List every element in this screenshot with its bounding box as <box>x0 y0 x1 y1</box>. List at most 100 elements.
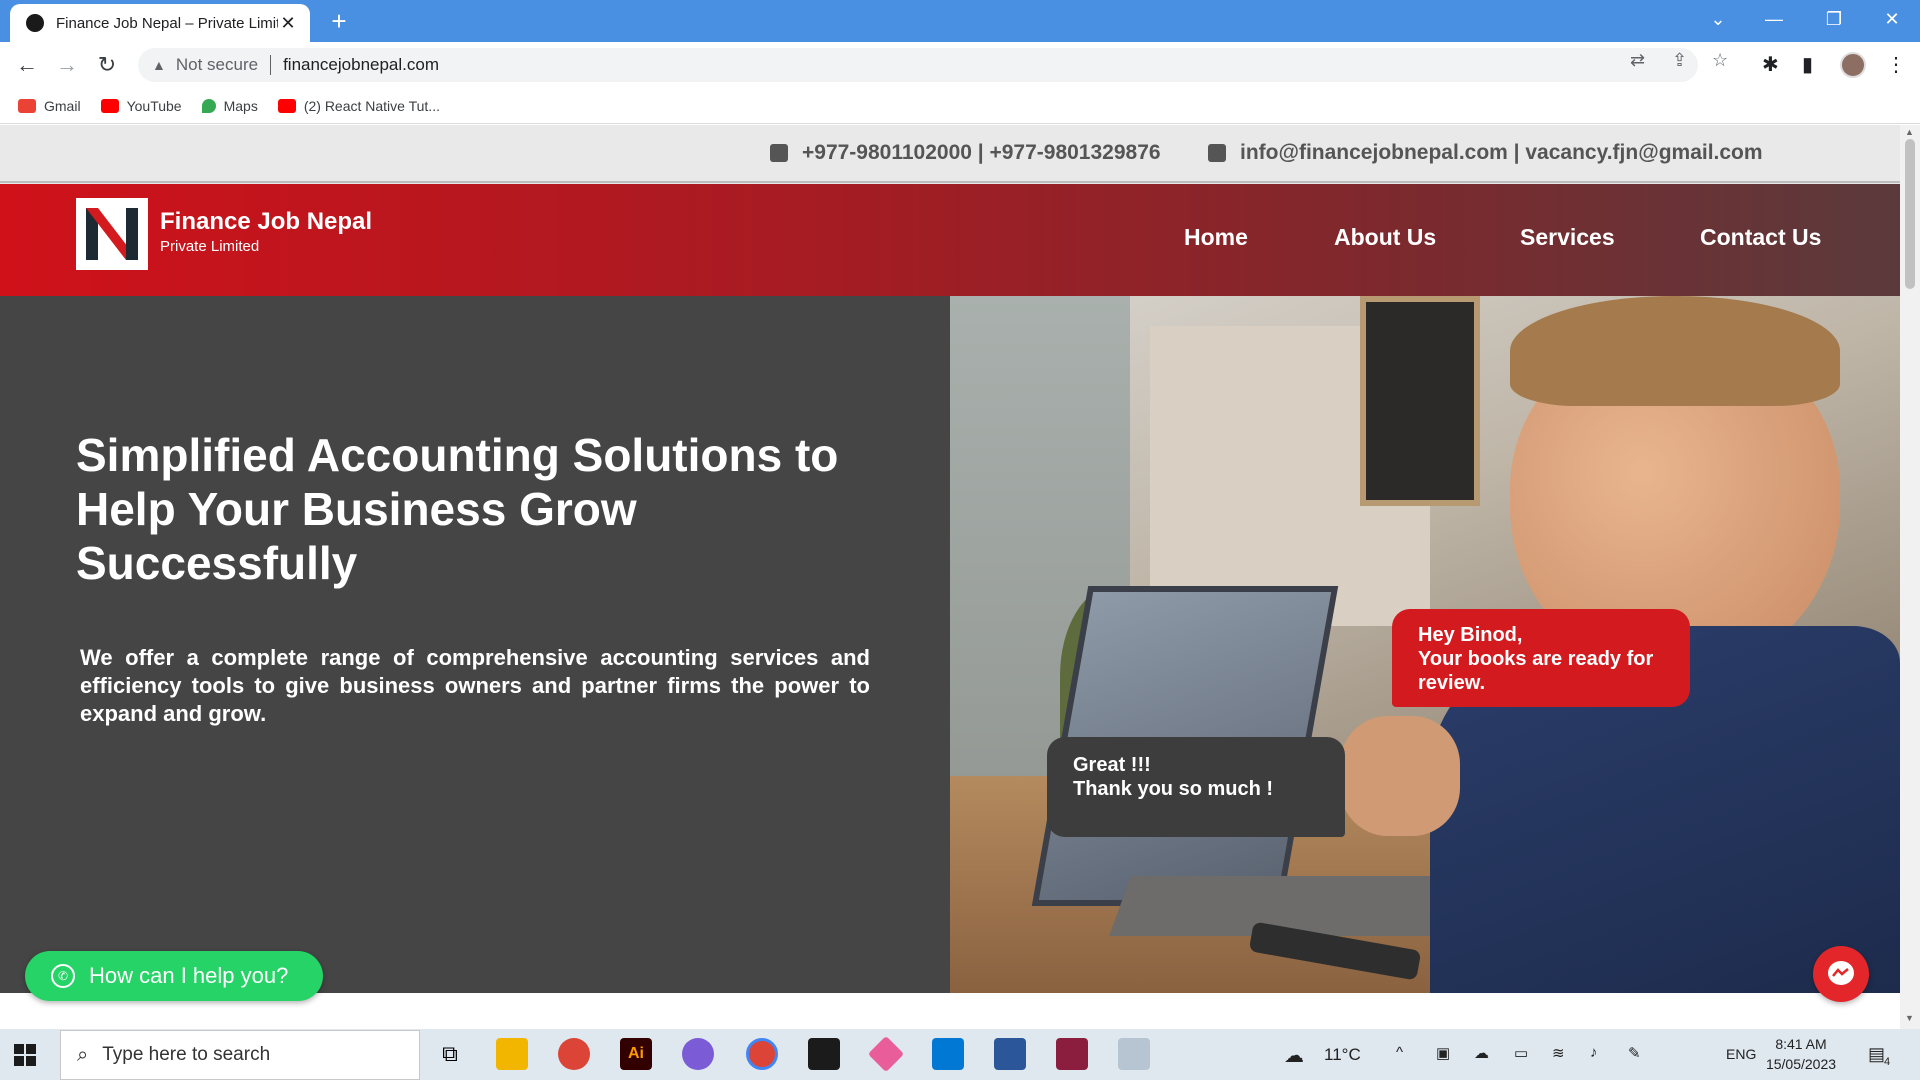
winrar-icon[interactable] <box>1056 1038 1088 1070</box>
browser-titlebar: Finance Job Nepal – Private Limit ✕ + ⌄ … <box>0 0 1920 42</box>
bookmark-label: Maps <box>223 97 258 114</box>
taskbar-search[interactable]: ⌕ Type here to search <box>60 1030 420 1080</box>
warning-icon[interactable]: ▲ <box>152 57 166 73</box>
task-view-icon[interactable]: ⧉ <box>434 1038 466 1070</box>
bookmark-star-icon[interactable]: ☆ <box>1712 50 1728 71</box>
language-indicator[interactable]: ENG <box>1726 1046 1756 1062</box>
site-header: Finance Job Nepal Private Limited Home A… <box>0 184 1900 296</box>
brand[interactable]: Finance Job Nepal Private Limited <box>160 208 372 255</box>
notification-count: 4 <box>1884 1056 1891 1068</box>
photo-man-hair <box>1510 296 1840 406</box>
extensions-icon[interactable]: ✱ <box>1762 52 1779 77</box>
battery-icon[interactable]: ▭ <box>1514 1044 1528 1062</box>
share-icon[interactable]: ⇪ <box>1672 50 1687 71</box>
search-placeholder: Type here to search <box>102 1044 271 1065</box>
volume-icon[interactable]: ♪ <box>1590 1044 1598 1061</box>
youtube-icon <box>100 98 119 113</box>
site-logo[interactable] <box>76 198 148 270</box>
youtube-icon <box>277 98 296 113</box>
back-arrow-icon[interactable]: ← <box>12 50 42 80</box>
tab-search-icon[interactable]: ⌄ <box>1690 0 1746 38</box>
vscode-icon[interactable] <box>932 1038 964 1070</box>
chat-line: Great !!! <box>1073 754 1151 776</box>
email-contact: info@financejobnepal.com | vacancy.fjn@g… <box>1208 141 1763 165</box>
windows-start-icon[interactable] <box>14 1044 36 1066</box>
new-tab-button[interactable]: + <box>324 6 354 36</box>
photo-chalkboard <box>1360 296 1480 506</box>
reload-icon[interactable]: ↻ <box>92 50 122 80</box>
bookmark-react-native[interactable]: (2) React Native Tut... <box>277 98 440 114</box>
minimize-button[interactable]: — <box>1746 0 1802 38</box>
nav-contact-us[interactable]: Contact Us <box>1700 224 1821 251</box>
messenger-chat-button[interactable] <box>1813 946 1869 1002</box>
omnibox-divider <box>270 55 272 75</box>
mail-icon <box>1208 144 1226 162</box>
menu-dots-icon[interactable]: ⋮ <box>1886 52 1906 77</box>
notification-icon[interactable]: ▤ <box>1868 1044 1885 1065</box>
restore-button[interactable]: ❐ <box>1806 0 1862 38</box>
hero-subtitle: We offer a complete range of comprehensi… <box>80 645 870 726</box>
url-text[interactable]: financejobnepal.com <box>283 55 439 75</box>
forward-arrow-icon[interactable]: → <box>52 50 82 80</box>
weather-cloud-icon[interactable]: ☁ <box>1284 1043 1304 1068</box>
photos-icon[interactable] <box>1118 1038 1150 1070</box>
bookmark-label: Gmail <box>44 97 81 114</box>
scroll-down-arrow-icon[interactable]: ▼ <box>1905 1013 1914 1023</box>
gmail-icon <box>18 98 36 113</box>
brand-subtitle: Private Limited <box>160 238 260 255</box>
bookmark-maps[interactable]: Maps <box>201 97 258 114</box>
whatsapp-chat-button[interactable]: ✆ How can I help you? <box>25 951 323 1001</box>
taskbar-clock[interactable]: 8:41 AM 15/05/2023 <box>1763 1034 1839 1074</box>
maps-pin-icon <box>201 98 216 113</box>
scroll-up-arrow-icon[interactable]: ▲ <box>1905 127 1914 137</box>
chat-line: Thank you so much ! <box>1073 778 1274 800</box>
messenger-icon <box>1828 961 1854 985</box>
profile-avatar[interactable] <box>1840 52 1866 78</box>
site-favicon-icon <box>26 14 44 32</box>
terminal-icon[interactable] <box>808 1038 840 1070</box>
chrome-icon[interactable] <box>558 1038 590 1070</box>
weather-temperature[interactable]: 11°C <box>1324 1045 1361 1065</box>
tab-close-button[interactable]: ✕ <box>278 13 298 34</box>
app-icon[interactable] <box>682 1038 714 1070</box>
tray-chevron-icon[interactable]: ^ <box>1396 1044 1403 1061</box>
bookmark-label: YouTube <box>126 97 182 114</box>
tab-title: Finance Job Nepal – Private Limit <box>56 14 278 32</box>
nav-about-us[interactable]: About Us <box>1334 224 1436 251</box>
meet-icon[interactable]: ▣ <box>1436 1044 1450 1062</box>
whatsapp-icon: ✆ <box>51 964 75 988</box>
wifi-icon[interactable]: ≋ <box>1552 1044 1565 1062</box>
email-addresses: info@financejobnepal.com | vacancy.fjn@g… <box>1240 141 1763 164</box>
chat-bubble-red: Hey Binod, Your books are ready for revi… <box>1392 609 1690 707</box>
word-icon[interactable] <box>994 1038 1026 1070</box>
nav-services[interactable]: Services <box>1520 224 1615 251</box>
security-label[interactable]: Not secure <box>176 55 258 75</box>
chrome-active-icon[interactable] <box>746 1038 778 1070</box>
chat-line: Hey Binod, <box>1418 624 1523 646</box>
page-scrollbar[interactable]: ▲ ▼ <box>1900 125 1920 1029</box>
nav-home[interactable]: Home <box>1184 224 1248 251</box>
onedrive-icon[interactable]: ☁ <box>1474 1044 1489 1062</box>
chat-line: Your books are ready for review. <box>1418 648 1654 694</box>
translate-icon[interactable]: ⇄ <box>1630 50 1645 71</box>
close-window-button[interactable]: ✕ <box>1864 0 1920 38</box>
contact-topbar: +977-9801102000 | +977-9801329876 info@f… <box>0 125 1900 183</box>
phone-icon <box>770 144 788 162</box>
side-panel-icon[interactable]: ▮ <box>1802 52 1813 77</box>
bookmarks-bar: Gmail YouTube Maps (2) React Native Tut.… <box>0 88 1920 124</box>
browser-tab[interactable]: Finance Job Nepal – Private Limit ✕ <box>10 4 310 42</box>
bookmark-gmail[interactable]: Gmail <box>18 98 81 114</box>
search-icon: ⌕ <box>77 1043 89 1066</box>
bookmark-youtube[interactable]: YouTube <box>100 97 182 114</box>
address-bar[interactable]: ▲ Not secure financejobnepal.com <box>138 48 1698 82</box>
file-explorer-icon[interactable] <box>496 1038 528 1070</box>
scrollbar-thumb[interactable] <box>1905 139 1915 289</box>
pen-icon[interactable]: ✎ <box>1628 1044 1641 1062</box>
phone-contact: +977-9801102000 | +977-9801329876 <box>770 141 1161 165</box>
illustrator-icon[interactable]: Ai <box>620 1038 652 1070</box>
brand-name: Finance Job Nepal <box>160 208 373 235</box>
phone-numbers: +977-9801102000 | +977-9801329876 <box>802 141 1161 164</box>
chat-bubble-dark: Great !!! Thank you so much ! <box>1047 737 1345 837</box>
clock-time: 8:41 AM <box>1775 1036 1827 1052</box>
clock-date: 15/05/2023 <box>1765 1056 1837 1072</box>
